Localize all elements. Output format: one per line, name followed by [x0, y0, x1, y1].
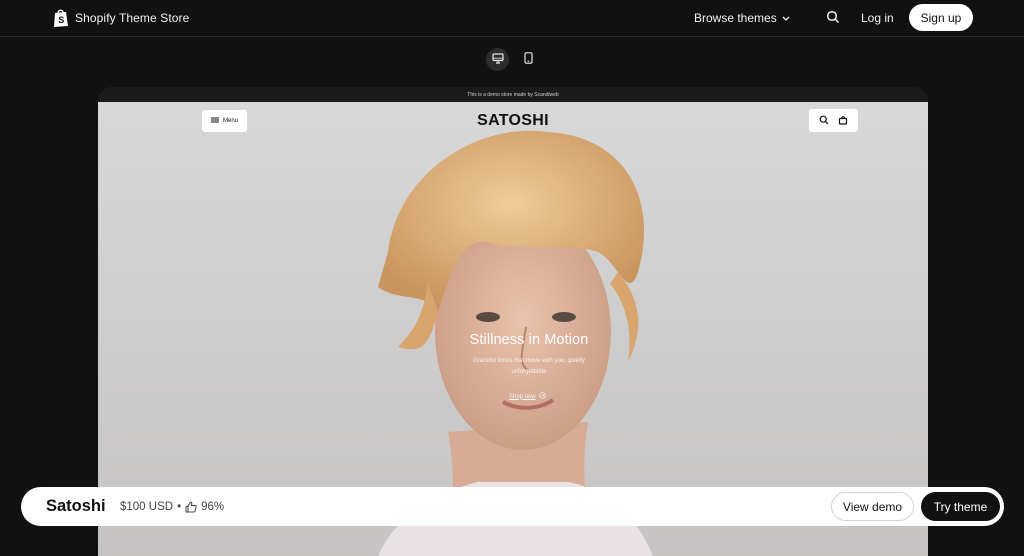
search-icon[interactable]: [819, 112, 829, 130]
top-navigation: S Shopify Theme Store Browse themes Log …: [0, 0, 1024, 37]
arrow-circle-icon: [539, 392, 546, 401]
theme-preview-frame: This is a demo store made by Scandiweb M…: [98, 87, 928, 556]
theme-name: Satoshi: [46, 497, 106, 515]
hero-title: Stillness in Motion: [469, 332, 589, 348]
desktop-icon: [491, 51, 504, 69]
theme-rating: 96%: [201, 501, 225, 513]
theme-meta: $100 USD • 96%: [120, 501, 224, 513]
desktop-view-toggle[interactable]: [486, 48, 509, 71]
store-header-actions: [809, 109, 858, 132]
theme-info-bar: Satoshi $100 USD • 96% View demo Try the…: [21, 487, 1004, 526]
chevron-down-icon: [782, 11, 790, 25]
view-demo-button[interactable]: View demo: [831, 492, 914, 521]
theme-price: $100 USD: [120, 501, 174, 513]
shop-now-link[interactable]: Shop now: [509, 392, 546, 401]
svg-text:S: S: [58, 15, 64, 25]
browse-themes-dropdown[interactable]: Browse themes: [694, 11, 790, 25]
store-logo[interactable]: SATOSHI: [98, 112, 928, 130]
search-icon[interactable]: [826, 10, 840, 24]
login-link[interactable]: Log in: [861, 11, 894, 25]
shop-now-label: Shop now: [509, 393, 536, 400]
demo-banner: This is a demo store made by Scandiweb: [98, 87, 928, 102]
mobile-icon: [524, 51, 533, 69]
hero-subtitle: Graceful forms that move with you, quiet…: [473, 358, 585, 375]
brand-name: Shopify Theme Store: [75, 11, 190, 25]
mobile-view-toggle[interactable]: [517, 48, 540, 71]
try-theme-button[interactable]: Try theme: [921, 492, 1000, 521]
browse-themes-label: Browse themes: [694, 11, 777, 25]
meta-separator: •: [177, 501, 182, 513]
brand-link[interactable]: S Shopify Theme Store: [53, 8, 189, 28]
thumbs-up-icon: [185, 501, 197, 513]
signup-button[interactable]: Sign up: [909, 4, 973, 31]
shopify-bag-icon: S: [53, 8, 69, 28]
cart-icon[interactable]: [838, 112, 848, 130]
